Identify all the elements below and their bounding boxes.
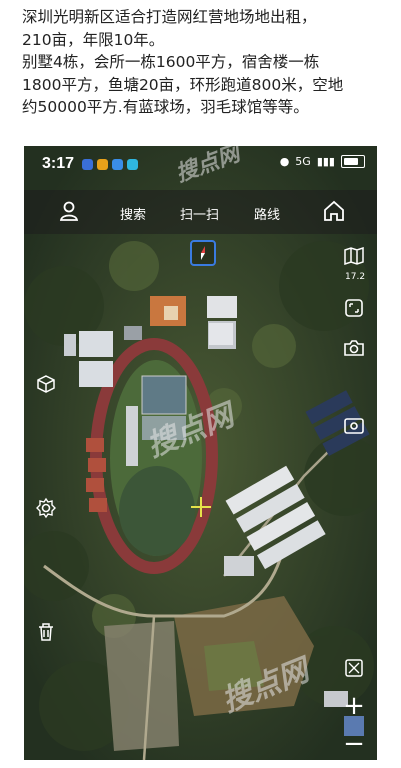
post-line-2: 210亩，年限10年。	[22, 30, 165, 49]
zoom-in-icon[interactable]: +	[342, 693, 366, 719]
settings-icon[interactable]	[34, 496, 58, 520]
notification-icons	[82, 158, 139, 170]
post-line-5: 约50000平方.有蓝球场，羽毛球馆等等。	[22, 98, 309, 116]
measure-icon[interactable]	[342, 656, 366, 680]
app-notification-icon	[112, 158, 124, 170]
user-icon[interactable]	[58, 200, 80, 226]
map-toolbar: 搜索 扫一扫 路线	[24, 190, 377, 234]
crosshair-icon	[190, 496, 212, 518]
scan-button[interactable]: 扫一扫	[180, 204, 219, 223]
3d-cube-icon[interactable]	[34, 372, 58, 396]
signal-icon: ▮▮▮	[316, 155, 335, 168]
map-layers-icon[interactable]	[342, 244, 366, 268]
map-screenshot: 搜点网 搜点网 搜点网 3:17 ● 5G ▮▮▮ 搜索 扫一扫 路线 17.2…	[24, 146, 377, 760]
app-notification-icon	[127, 158, 139, 170]
status-right: ● 5G ▮▮▮	[280, 155, 365, 168]
camera-icon[interactable]	[342, 336, 366, 360]
signal-text: 5G	[295, 155, 311, 168]
screenshot-icon[interactable]	[342, 296, 366, 320]
post-text: 深圳光明新区适合打造网红营地场地出租， 210亩，年限10年。 别墅4栋，会所一…	[22, 6, 384, 119]
home-icon[interactable]	[322, 200, 346, 226]
post-line-3: 别墅4栋，会所一栋1600平方，宿舍楼一栋	[22, 53, 320, 71]
zoom-level: 17.2	[345, 272, 366, 282]
camera-switch-icon[interactable]	[342, 414, 366, 438]
clock: 3:17	[42, 155, 75, 172]
app-notification-icon	[82, 158, 94, 170]
location-icon: ●	[279, 155, 290, 168]
search-button[interactable]: 搜索	[120, 204, 146, 223]
battery-icon	[341, 155, 365, 168]
zoom-out-icon[interactable]: −	[342, 731, 366, 757]
post-line-4: 1800平方，鱼塘20亩，环形跑道800米，空地	[22, 75, 344, 94]
post-line-1: 深圳光明新区适合打造网红营地场地出租，	[22, 8, 317, 26]
compass-icon[interactable]	[190, 240, 216, 266]
app-notification-icon	[97, 158, 109, 170]
delete-icon[interactable]	[34, 620, 58, 644]
satellite-map[interactable]	[24, 146, 377, 760]
status-bar: 3:17 ● 5G ▮▮▮	[24, 146, 377, 182]
route-button[interactable]: 路线	[254, 204, 280, 223]
